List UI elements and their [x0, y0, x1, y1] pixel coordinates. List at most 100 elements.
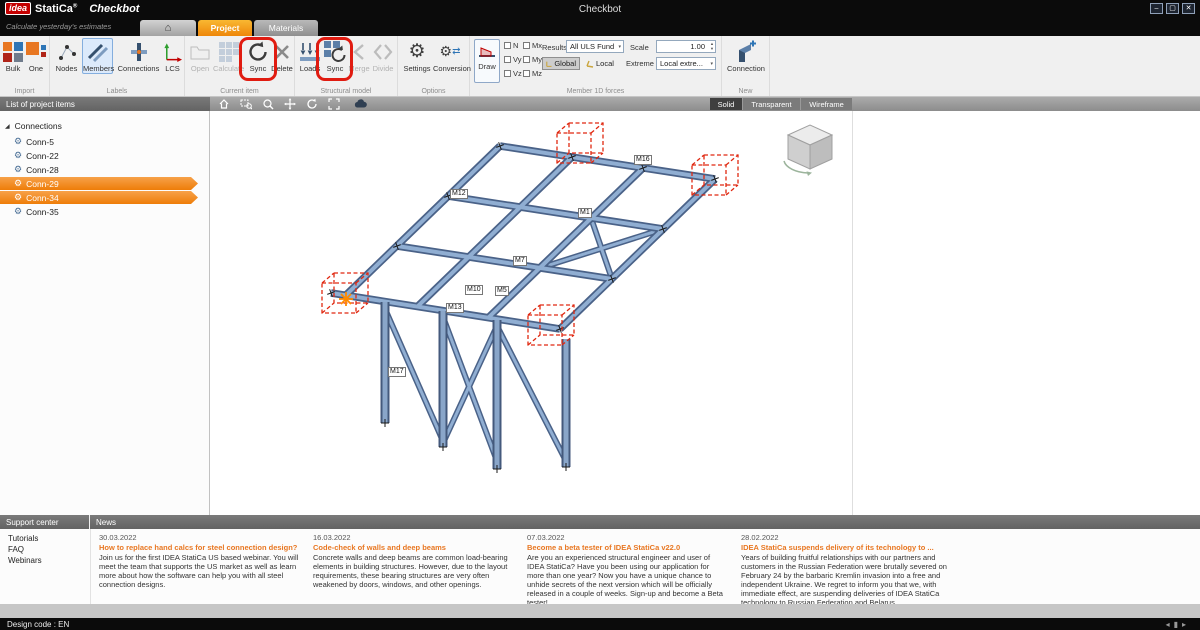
3d-model-canvas[interactable]: M16 M12 M1 M7 M10 M5 M13 M17	[210, 111, 1200, 515]
connections-button[interactable]: Connections	[115, 39, 162, 73]
lcs-button[interactable]: LCS	[162, 39, 183, 73]
news-title-link[interactable]: Become a beta tester of IDEA StatiCa v22…	[527, 543, 727, 552]
bulk-import-button[interactable]: Bulk	[2, 39, 24, 73]
tab-project[interactable]: Project	[198, 20, 252, 36]
tagline: Calculate yesterday's estimates	[6, 22, 111, 31]
news-title-link[interactable]: How to replace hand calcs for steel conn…	[99, 543, 299, 552]
tree-item-conn-34-selected[interactable]: ⚙Conn-34	[0, 191, 198, 204]
tree-item-label: Conn-28	[26, 165, 59, 175]
loads-button[interactable]: Loads	[298, 39, 322, 73]
open-folder-icon	[188, 39, 212, 64]
conversion-icon: ⚙⇄	[433, 39, 467, 64]
check-n[interactable]: N	[504, 41, 518, 50]
minimize-button[interactable]: –	[1150, 3, 1163, 14]
tab-home[interactable]: ⌂	[140, 20, 196, 36]
members-button[interactable]: Members	[82, 38, 113, 74]
mz-label: Mz	[532, 69, 542, 78]
scale-input[interactable]: 1.00 ▲▼	[656, 40, 716, 53]
member-label: M13	[446, 303, 464, 313]
view-orientation-cube[interactable]	[784, 125, 832, 176]
news-title-link[interactable]: Code-check of walls and deep beams	[313, 543, 513, 552]
draw-forces-button[interactable]: Draw	[474, 39, 500, 83]
my-label: My	[532, 55, 542, 64]
ribbon-group-labels: Nodes Members Connections LCS Labels	[50, 36, 185, 96]
rotate-icon[interactable]	[304, 98, 320, 110]
news-date: 30.03.2022	[99, 533, 299, 542]
check-my[interactable]: My	[523, 55, 542, 64]
nodes-button[interactable]: Nodes	[53, 39, 80, 73]
vy-checkbox[interactable]	[504, 56, 511, 63]
zoom-extents-icon[interactable]	[326, 98, 342, 110]
check-mx[interactable]: Mx	[523, 41, 542, 50]
one-label: One	[25, 64, 47, 73]
member-label: M12	[450, 189, 468, 199]
one-import-button[interactable]: One	[25, 39, 47, 73]
ribbon-group-options: ⚙ Settings ⚙⇄ Conversion Options	[398, 36, 470, 96]
sync-current-label: Sync	[246, 64, 270, 73]
tree-item-conn-28[interactable]: ⚙Conn-28	[14, 163, 204, 176]
member-label: M17	[388, 367, 406, 377]
n-checkbox[interactable]	[504, 42, 511, 49]
support-link-faq[interactable]: FAQ	[8, 545, 24, 554]
results-dropdown[interactable]: All ULS Fund ▾	[566, 40, 624, 53]
mx-checkbox[interactable]	[523, 42, 530, 49]
tab-materials[interactable]: Materials	[254, 20, 318, 36]
tree-expander-icon[interactable]: ◢	[5, 123, 10, 130]
open-label: Open	[188, 64, 212, 73]
members-icon	[83, 39, 112, 64]
tree-item-conn-35[interactable]: ⚙Conn-35	[14, 205, 204, 218]
tree-item-label: Conn-29	[26, 179, 59, 189]
nodes-label: Nodes	[53, 64, 80, 73]
zoom-window-icon[interactable]	[238, 98, 254, 110]
check-mz[interactable]: Mz	[523, 69, 542, 78]
tree-item-conn-5[interactable]: ⚙Conn-5	[14, 135, 204, 148]
sync-model-button[interactable]: Sync	[323, 39, 347, 73]
tree-item-conn-22[interactable]: ⚙Conn-22	[14, 149, 204, 162]
support-link-webinars[interactable]: Webinars	[8, 556, 42, 565]
divide-button[interactable]: Divide	[371, 39, 395, 73]
extreme-dropdown[interactable]: Local extre... ▾	[656, 57, 716, 70]
global-toggle-button[interactable]: Global	[542, 57, 580, 70]
connection-label: Connection	[724, 64, 768, 73]
calculate-button[interactable]: Calculate	[213, 39, 244, 73]
open-button[interactable]: Open	[188, 39, 212, 73]
mz-checkbox[interactable]	[523, 70, 530, 77]
delete-button[interactable]: Delete	[270, 39, 294, 73]
check-vz[interactable]: Vz	[504, 69, 522, 78]
news-date: 16.03.2022	[313, 533, 513, 542]
group-label-new: New	[722, 88, 769, 95]
view-mode-wireframe[interactable]: Wireframe	[800, 98, 852, 110]
tree-root-connections[interactable]: ◢ Connections	[5, 121, 62, 131]
bulk-import-icon	[2, 39, 24, 64]
check-vy[interactable]: Vy	[504, 55, 521, 64]
local-toggle-button[interactable]: Local	[583, 57, 619, 70]
close-button[interactable]: ✕	[1182, 3, 1195, 14]
status-nav-icons[interactable]: ◂▮▸	[1166, 620, 1190, 629]
label-bubble-icon[interactable]	[352, 98, 368, 110]
sync-arrows-icon	[246, 39, 270, 64]
draw-forces-icon	[475, 40, 499, 62]
group-label-labels: Labels	[50, 88, 184, 95]
sync-current-item-button[interactable]: Sync	[246, 39, 270, 73]
support-center-header: Support center	[0, 515, 89, 529]
settings-button[interactable]: ⚙ Settings	[402, 39, 432, 73]
spinner-down-icon[interactable]: ▼	[710, 46, 714, 51]
support-link-tutorials[interactable]: Tutorials	[8, 534, 38, 543]
new-connection-button[interactable]: Connection	[724, 39, 768, 73]
view-mode-transparent[interactable]: Transparent	[742, 98, 800, 110]
divide-chevrons-icon	[371, 39, 395, 64]
vz-checkbox[interactable]	[504, 70, 511, 77]
zoom-icon[interactable]	[260, 98, 276, 110]
news-title-link[interactable]: IDEA StatiCa suspends delivery of its te…	[741, 543, 947, 552]
my-checkbox[interactable]	[523, 56, 530, 63]
view-mode-solid[interactable]: Solid	[710, 98, 742, 110]
results-label: Results	[542, 43, 567, 52]
merge-button[interactable]: Merge	[348, 39, 370, 73]
one-import-icon	[25, 39, 47, 64]
view-home-icon[interactable]	[216, 98, 232, 110]
sync-model-label: Sync	[323, 64, 347, 73]
tree-item-conn-29-selected[interactable]: ⚙Conn-29	[0, 177, 198, 190]
pan-icon[interactable]	[282, 98, 298, 110]
conversion-button[interactable]: ⚙⇄ Conversion	[433, 39, 467, 73]
maximize-button[interactable]: ▢	[1166, 3, 1179, 14]
